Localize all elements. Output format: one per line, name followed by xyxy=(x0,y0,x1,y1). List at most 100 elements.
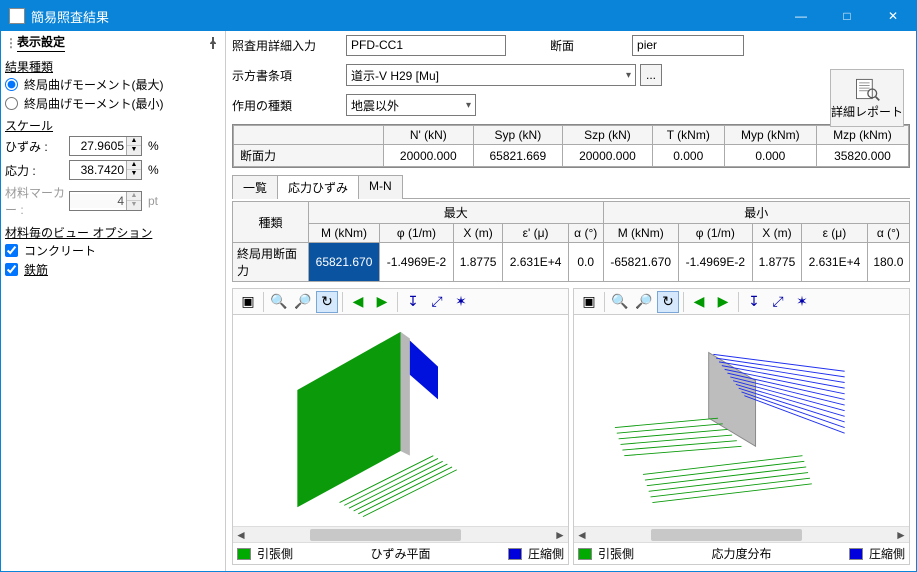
col-mzp: Mzp (kNm) xyxy=(816,126,908,145)
tab-mn[interactable]: M-N xyxy=(358,175,403,199)
axis-z-icon[interactable]: ↧ xyxy=(402,291,424,313)
axis-x-icon[interactable]: ✶ xyxy=(791,291,813,313)
scroll-thumb[interactable] xyxy=(310,529,462,541)
max-col-alpha: α (°) xyxy=(568,224,603,243)
scroll-left-icon[interactable]: ◄ xyxy=(574,528,590,542)
min-col-x: X (m) xyxy=(752,224,801,243)
tab-list[interactable]: 一覧 xyxy=(232,175,278,199)
zoom-window-icon[interactable]: 🔍 xyxy=(609,291,631,313)
fit-icon[interactable]: ▣ xyxy=(578,291,600,313)
min-col-eps: ε (μ) xyxy=(802,224,868,243)
spec-select[interactable]: 道示-V H29 [Mu] ▾ xyxy=(346,64,636,86)
val-mzp: 35820.000 xyxy=(816,145,908,167)
scroll-right-icon[interactable]: ► xyxy=(893,528,909,542)
swatch-compression xyxy=(849,548,863,560)
minimize-button[interactable]: — xyxy=(778,1,824,31)
strain-input[interactable] xyxy=(70,139,126,153)
strain-label: ひずみ : xyxy=(5,138,69,155)
legend-left: 引張側 ひずみ平面 圧縮側 xyxy=(233,542,568,564)
stress-strain-table: 種類 最大 最小 M (kNm) φ (1/m) X (m) ε' (μ) α … xyxy=(232,201,910,282)
min-val-x: 1.8775 xyxy=(752,243,801,282)
radio-result-max-input[interactable] xyxy=(5,78,18,91)
pin-icon[interactable] xyxy=(205,35,221,51)
zoom-out-icon[interactable]: 🔎 xyxy=(292,291,314,313)
spec-value: 道示-V H29 [Mu] xyxy=(351,67,439,84)
min-val-eps: 2.631E+4 xyxy=(802,243,868,282)
action-label: 作用の種類 xyxy=(232,97,342,114)
viewer-canvas-right[interactable] xyxy=(574,315,909,526)
detail-report-label: 詳細レポート xyxy=(831,103,903,120)
spin-down-icon[interactable]: ▼ xyxy=(127,146,141,155)
sidebar: ⋮ 表示設定 結果種類 終局曲げモーメント(最大) 終局曲げモーメント(最小) … xyxy=(1,31,226,571)
max-header: 最大 xyxy=(309,202,604,224)
section-field[interactable]: pier xyxy=(632,35,744,56)
max-val-alpha: 0.0 xyxy=(568,243,603,282)
min-col-phi: φ (1/m) xyxy=(678,224,752,243)
viewer-toolbar-left: ▣ 🔍 🔎 ↻ ◀ ▶ ↧ ⤢ ✶ xyxy=(233,289,568,315)
prev-icon[interactable]: ◀ xyxy=(347,291,369,313)
spin-down-icon[interactable]: ▼ xyxy=(127,170,141,179)
input-label: 照査用詳細入力 xyxy=(232,37,342,54)
grip-icon: ⋮ xyxy=(5,36,15,50)
max-val-phi: -1.4969E-2 xyxy=(380,243,454,282)
titlebar: 簡易照査結果 — □ ✕ xyxy=(1,1,916,31)
input-field[interactable]: PFD-CC1 xyxy=(346,35,506,56)
force-table-corner xyxy=(234,126,384,145)
spin-up-icon[interactable]: ▲ xyxy=(127,161,141,170)
scrollbar-h-right[interactable]: ◄ ► xyxy=(574,526,909,542)
force-table: N' (kN) Syp (kN) Szp (kN) T (kNm) Myp (k… xyxy=(232,124,910,168)
axis-z-icon[interactable]: ↧ xyxy=(743,291,765,313)
close-button[interactable]: ✕ xyxy=(870,1,916,31)
marker-unit: pt xyxy=(148,194,158,208)
legend-tension: 引張側 xyxy=(598,545,634,562)
axis-y-icon[interactable]: ⤢ xyxy=(426,291,448,313)
strain-spinner[interactable]: ▲▼ xyxy=(69,136,142,156)
tab-stress-strain[interactable]: 応力ひずみ xyxy=(277,175,359,199)
prev-icon[interactable]: ◀ xyxy=(688,291,710,313)
next-icon[interactable]: ▶ xyxy=(371,291,393,313)
val-syp: 65821.669 xyxy=(473,145,563,167)
result-type-label: 結果種類 xyxy=(5,58,221,75)
axis-x-icon[interactable]: ✶ xyxy=(450,291,472,313)
viewer-strain-plane: ▣ 🔍 🔎 ↻ ◀ ▶ ↧ ⤢ ✶ xyxy=(232,288,569,565)
rotate-icon[interactable]: ↻ xyxy=(657,291,679,313)
detail-report-button[interactable]: 詳細レポート xyxy=(830,69,904,127)
action-select[interactable]: 地震以外 ▾ xyxy=(346,94,476,116)
viewer-toolbar-right: ▣ 🔍 🔎 ↻ ◀ ▶ ↧ ⤢ ✶ xyxy=(574,289,909,315)
radio-result-min[interactable]: 終局曲げモーメント(最小) xyxy=(5,95,221,112)
fit-icon[interactable]: ▣ xyxy=(237,291,259,313)
spec-browse-button[interactable]: ... xyxy=(640,64,662,86)
check-concrete[interactable]: コンクリート xyxy=(5,242,221,259)
rotate-icon[interactable]: ↻ xyxy=(316,291,338,313)
max-val-m[interactable]: 65821.670 xyxy=(309,243,380,282)
min-val-alpha: 180.0 xyxy=(867,243,909,282)
stress-input[interactable] xyxy=(70,163,126,177)
col-myp: Myp (kNm) xyxy=(724,126,816,145)
radio-result-min-label: 終局曲げモーメント(最小) xyxy=(24,95,164,112)
radio-result-min-input[interactable] xyxy=(5,97,18,110)
scroll-left-icon[interactable]: ◄ xyxy=(233,528,249,542)
radio-result-max[interactable]: 終局曲げモーメント(最大) xyxy=(5,76,221,93)
swatch-tension xyxy=(578,548,592,560)
result-tabs: 一覧 応力ひずみ M-N xyxy=(232,174,910,199)
val-szp: 20000.000 xyxy=(563,145,653,167)
spin-up-icon[interactable]: ▲ xyxy=(127,137,141,146)
maximize-button[interactable]: □ xyxy=(824,1,870,31)
axis-y-icon[interactable]: ⤢ xyxy=(767,291,789,313)
min-header: 最小 xyxy=(603,202,909,224)
stress-spinner[interactable]: ▲▼ xyxy=(69,160,142,180)
zoom-window-icon[interactable]: 🔍 xyxy=(268,291,290,313)
scrollbar-h-left[interactable]: ◄ ► xyxy=(233,526,568,542)
zoom-out-icon[interactable]: 🔎 xyxy=(633,291,655,313)
scroll-right-icon[interactable]: ► xyxy=(552,528,568,542)
next-icon[interactable]: ▶ xyxy=(712,291,734,313)
check-concrete-input[interactable] xyxy=(5,244,18,257)
viewer-canvas-left[interactable] xyxy=(233,315,568,526)
marker-label: 材料マーカー : xyxy=(5,184,69,218)
min-val-m: -65821.670 xyxy=(603,243,678,282)
scroll-thumb[interactable] xyxy=(651,529,803,541)
check-rebar-input[interactable] xyxy=(5,263,18,276)
swatch-compression xyxy=(508,548,522,560)
legend-compression: 圧縮側 xyxy=(528,545,564,562)
check-rebar[interactable]: 鉄筋 xyxy=(5,261,221,278)
